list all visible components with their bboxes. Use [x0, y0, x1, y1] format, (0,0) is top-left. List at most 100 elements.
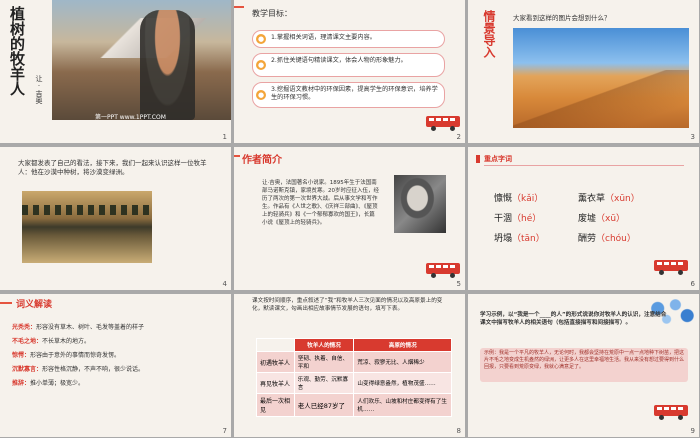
table-cell: 再见牧羊人: [256, 372, 295, 394]
slide-number: 9: [690, 427, 695, 435]
objectives-heading: 教学目标：: [252, 9, 292, 18]
vocab-word: 坍塌: [494, 234, 513, 244]
vocab-pinyin: （hé）: [512, 214, 542, 224]
shepherd-figure: [140, 10, 195, 120]
vocab-item: 酬劳（chóu）: [578, 231, 636, 244]
table-cell: 老人已经87岁了: [293, 393, 355, 417]
bus-icon: [426, 262, 460, 278]
instruction-text: 课文按时间顺序，重点叙述了“我”和牧羊人三次见面的情况以及高原景上的变化，默读课…: [252, 298, 443, 312]
task-text: 学习示例，以“我是一个____的人”的形式说说你对牧羊人的认识，注意结合课文中描…: [480, 312, 667, 326]
table-header-row: 牧羊人的情况 高原的情况: [256, 338, 452, 352]
vocab-word: 薰衣草: [578, 194, 606, 204]
definition-row: 沉默寡言：形容性格沉静，不声不响，很少说话。: [12, 366, 222, 374]
vocab-pinyin: （xūn）: [605, 194, 640, 204]
vocab-word: 慷慨: [494, 194, 513, 204]
title-marker-icon: [476, 155, 480, 163]
slide-number: 3: [690, 133, 695, 141]
vocab-item: 干涸（hé）: [494, 211, 541, 224]
example-text: 示例：我是一个平凡的牧羊人，无论何时，我都会坚持在荒原中一点一点地种下树苗，把这…: [484, 350, 685, 370]
objective-item: ● 3.挖掘语文教材中的环保因素，提高学生的环保意识，培养学生的环保习惯。: [252, 82, 445, 108]
vocab-item: 废墟（xū）: [578, 211, 625, 224]
slide-title-vertical: 情景导入: [482, 10, 496, 58]
divider: [484, 165, 684, 166]
vocab-item: 薰衣草（xūn）: [578, 191, 640, 204]
slide-number: 2: [456, 133, 461, 141]
table-cell: 最后一次相见: [256, 393, 295, 417]
definition-row: 惊愕：形容由于意外的事情而惊奇发愣。: [12, 352, 222, 360]
slide-thumbnail-9[interactable]: 学习示例，以“我是一个____的人”的形式说说你对牧羊人的认识，注意结合课文中描…: [468, 294, 699, 437]
definition-row: 光秃秃：形容没有草木、树叶、毛发等盖着的样子: [12, 324, 222, 332]
vocab-pinyin: （kǎi）: [512, 194, 544, 204]
comparison-table: 牧羊人的情况 高原的情况 初遇牧羊人 坚韧、执着、自信、平和 荒凉、寂寥无比、人…: [256, 338, 452, 417]
author-bio: 让·吉奥，法国著名小说家。1895年生于法国南部马诺斯克镇，家境贫寒。20岁时应…: [262, 180, 380, 226]
table-cell: 坚韧、执着、自信、平和: [293, 351, 355, 373]
bus-icon: [654, 404, 688, 420]
table-cell: 乐观、勤劳、沉默寡言: [293, 372, 355, 394]
title-char: 景: [482, 22, 496, 34]
term: 不毛之地：: [12, 338, 43, 345]
title-char: 植: [8, 6, 26, 21]
vocab-item: 慷慨（kǎi）: [494, 191, 543, 204]
slide-thumbnail-2[interactable]: 教学目标： ● 1.掌握相关词语，理清课文主要内容。 ● 2.抓住关键语句精读课…: [234, 0, 465, 143]
vocab-pinyin: （xū）: [596, 214, 626, 224]
objective-item: ● 2.抓住关键语句精读课文，体会人物的形象魅力。: [252, 53, 445, 77]
table-row: 最后一次相见 老人已经87岁了 人们欢乐、山坡和村庄都变得有了生机……: [256, 393, 452, 417]
slide-thumbnail-8[interactable]: 课文按时间顺序，重点叙述了“我”和牧羊人三次见面的情况以及高原景上的变化，默读课…: [234, 294, 465, 437]
table-row: 再见牧羊人 乐观、勤劳、沉默寡言 山变得绿意盎然，植物茂盛……: [256, 372, 452, 394]
slide-number: 7: [222, 427, 227, 435]
slide-title: 作者简介: [242, 155, 282, 166]
term: 光秃秃：: [12, 324, 37, 331]
slide-title-vertical: 植树的牧羊人: [8, 6, 26, 96]
table-cell: 人们欢乐、山坡和村庄都变得有了生机……: [353, 393, 452, 417]
intro-text: 大家都发表了自己的看法，接下来，我们一起来认识这样一位牧羊人：他在沙漠中种树，将…: [18, 159, 207, 176]
slide-number: 6: [690, 280, 695, 288]
slide-thumbnail-1[interactable]: 植树的牧羊人 让·吉奥 第一PPT www.1PPT.COM 1: [0, 0, 231, 143]
bullet-icon: ●: [256, 60, 266, 70]
definition: 推小单薄；极宽少。: [30, 380, 85, 387]
term: 惊愕：: [12, 352, 31, 359]
vocab-pinyin: （chóu）: [596, 234, 636, 244]
term: 沉默寡言：: [12, 366, 43, 373]
bus-icon: [654, 259, 688, 275]
table-header: [256, 338, 295, 352]
table-header: 高原的情况: [353, 338, 452, 352]
slide-thumbnail-3[interactable]: 情景导入 大家看到这样的图片会想到什么？ 3: [468, 0, 699, 143]
definition: 形容没有草木、树叶、毛发等盖着的样子: [36, 324, 145, 331]
top-accent-bar: [234, 155, 240, 157]
dune-shadow: [513, 70, 689, 128]
definition: 形容由于意外的事情而惊奇发愣。: [30, 352, 121, 359]
title-char: 入: [482, 46, 496, 58]
question-text: 大家看到这样的图片会想到什么？: [513, 14, 611, 22]
title-char: 的: [8, 36, 26, 51]
definition: 形容性格沉静，不声不响，很少说话。: [42, 366, 145, 373]
slide-thumbnail-5[interactable]: 作者简介 让·吉奥，法国著名小说家。1895年生于法国南部马诺斯克镇，家境贫寒。…: [234, 147, 465, 290]
table-header: 牧羊人的情况: [293, 338, 355, 352]
slide-thumbnail-4[interactable]: 大家都发表了自己的看法，接下来，我们一起来认识这样一位牧羊人：他在沙漠中种树，将…: [0, 147, 231, 290]
definition-row: 推辞：推小单薄；极宽少。: [12, 380, 222, 388]
title-char: 情: [482, 10, 496, 22]
title-char: 人: [8, 81, 26, 96]
table-cell: 山变得绿意盎然，植物茂盛……: [353, 372, 452, 394]
slide-number: 4: [222, 280, 227, 288]
tree-line: [22, 205, 152, 215]
title-char: 树: [8, 21, 26, 36]
bullet-icon: ●: [256, 90, 266, 100]
top-accent-bar: [0, 302, 12, 304]
slide-thumbnail-6[interactable]: 重点字词 慷慨（kǎi） 薰衣草（xūn） 干涸（hé） 废墟（xū） 坍塌（t…: [468, 147, 699, 290]
title-char: 羊: [8, 66, 26, 81]
watermark: 第一PPT www.1PPT.COM: [95, 114, 166, 121]
definition: 不长草木的地方。: [42, 338, 91, 345]
title-char: 导: [482, 34, 496, 46]
title-char: 牧: [8, 51, 26, 66]
vocab-word: 酬劳: [578, 234, 597, 244]
vocab-item: 坍塌（tān）: [494, 231, 545, 244]
vocab-word: 干涸: [494, 214, 513, 224]
slide-number: 8: [456, 427, 461, 435]
objective-item: ● 1.掌握相关词语，理清课文主要内容。: [252, 30, 445, 48]
author-photo: [394, 175, 446, 233]
slide-thumbnail-7[interactable]: 词义解读 光秃秃：形容没有草木、树叶、毛发等盖着的样子 不毛之地：不长草木的地方…: [0, 294, 231, 437]
table-row: 初遇牧羊人 坚韧、执着、自信、平和 荒凉、寂寥无比、人烟稀少: [256, 351, 452, 373]
slide-title: 重点字词: [484, 155, 512, 163]
objective-text: 1.掌握相关词语，理清课文主要内容。: [271, 34, 376, 41]
term: 推辞：: [12, 380, 31, 387]
